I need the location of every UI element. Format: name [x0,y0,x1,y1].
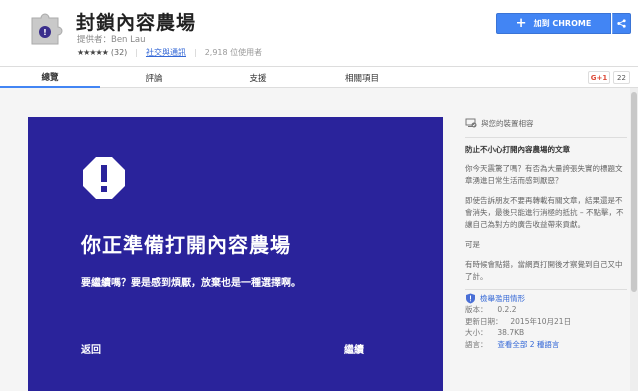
language-label: 語言： [465,339,488,349]
promo-continue-link: 繼續 [344,345,364,356]
provider-label: 提供者：Ben Lau [77,35,146,45]
tab-related[interactable]: 相關項目 [308,67,416,88]
extension-page: ! 封鎖內容農場 提供者：Ben Lau ★★★★★ (32) | 社交與通訊 … [0,0,638,391]
description-paragraph: 有時候會點錯，當網頁打開後才察覺到自己又中了計。 [465,260,623,281]
category-link[interactable]: 社交與通訊 [146,47,186,58]
language-row: 語言： 查看全部 2 種語言 [465,339,627,351]
meta-divider: | [135,48,138,57]
plus-icon: + [515,16,527,31]
report-abuse-label: 檢舉濫用情形 [480,294,525,303]
updated-row: 更新日期： 2015年10月21日 [465,316,627,328]
rating-count[interactable]: (32) [111,48,127,57]
report-abuse-link[interactable]: 檢舉濫用情形 [465,293,627,304]
updated-value: 2015年10月21日 [510,316,572,326]
rating-stars[interactable]: ★★★★★ [77,48,109,57]
share-icon [617,19,626,28]
meta-row: ★★★★★ (32) | 社交與通訊 | 2,918 位使用者 [77,47,262,58]
scrollbar-thumb[interactable] [631,92,637,292]
size-row: 大小： 38.7KB [465,327,627,339]
updated-label: 更新日期： [465,316,503,326]
description-paragraph: 你今天震驚了嗎？有否為大量誇張失實的標題文章湧進日常生活而感到厭惡？ [465,164,623,185]
share-button[interactable] [612,13,631,34]
extension-header: ! 封鎖內容農場 提供者：Ben Lau ★★★★★ (32) | 社交與通訊 … [0,0,638,66]
promo-title: 你正準備打開內容農場 [81,233,291,257]
scrollbar[interactable] [630,88,638,391]
divider [465,137,627,138]
add-to-chrome-button[interactable]: + 加到 CHROME [496,13,611,34]
size-label: 大小： [465,328,488,337]
sidebar: 與您的裝置相容 防止不小心打開內容農場的文章 你今天震驚了嗎？有否為大量誇張失實… [465,116,627,350]
add-button-label: 加到 CHROME [533,19,592,28]
report-icon [466,293,475,304]
description-heading: 防止不小心打開內容農場的文章 [465,145,570,154]
language-link[interactable]: 查看全部 2 種語言 [497,340,559,349]
content-area: 你正準備打開內容農場 要繼續嗎？要是感到煩厭，放棄也是一種選擇啊。 返回 繼續 … [0,88,638,391]
size-value: 38.7KB [497,328,525,337]
version-label: 版本： [465,305,488,314]
user-count: 2,918 位使用者 [204,48,263,57]
version-value: 0.2.2 [497,305,517,314]
gplus-count: 22 [613,71,630,84]
puzzle-icon: ! [31,13,63,45]
divider [465,289,627,290]
description-paragraph: 即使告訴朋友不要再轉載有關文章，結果還是不會消失，最後只能進行消極的抵抗 – 不… [465,196,624,229]
gplus-button[interactable]: G+1 [588,71,610,84]
svg-text:!: ! [43,28,47,37]
extension-title: 封鎖內容農場 [76,12,197,34]
promo-back-link: 返回 [81,345,101,356]
tab-reviews[interactable]: 評論 [100,67,208,88]
compat-icon [465,118,477,128]
version-row: 版本： 0.2.2 [465,304,627,316]
tab-overview[interactable]: 總覽 [0,67,100,88]
description-paragraph: 可是 [465,240,480,249]
promo-subtitle: 要繼續嗎？要是感到煩厭，放棄也是一種選擇啊。 [81,278,301,289]
compat-row: 與您的裝置相容 [465,116,627,130]
meta-divider: | [193,48,197,57]
promo-screenshot[interactable]: 你正準備打開內容農場 要繼續嗎？要是感到煩厭，放棄也是一種選擇啊。 返回 繼續 [28,117,443,391]
tab-support[interactable]: 支援 [208,67,308,88]
compat-text: 與您的裝置相容 [481,118,534,128]
warning-icon [83,157,125,199]
tab-bar: 總覽 評論 支援 相關項目 G+1 22 [0,66,638,88]
